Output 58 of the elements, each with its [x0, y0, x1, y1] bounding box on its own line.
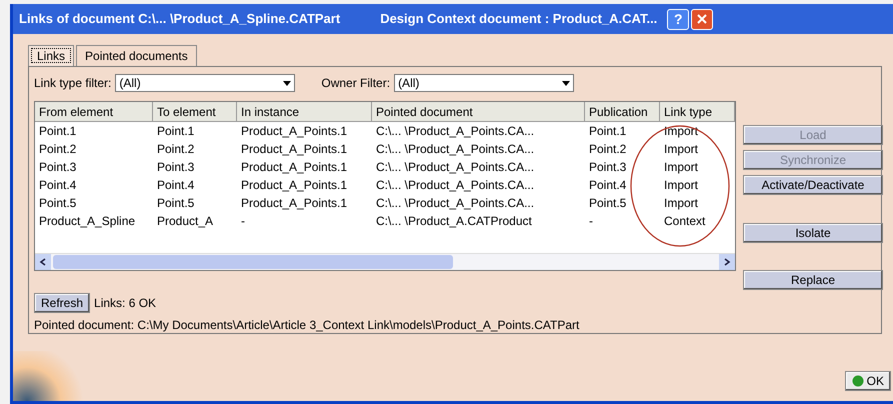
pointed-document-path: Pointed document: C:\My Documents\Article\Article 3_Context Link\models\Product_A_Points.CATPart	[34, 317, 580, 334]
table-cell: Point.5	[39, 196, 76, 210]
links-status: Links: 6 OK	[94, 295, 156, 312]
tab[interactable]: Pointed documents	[76, 45, 197, 66]
table-cell: C:\... \Product_A_Points.CA...	[376, 178, 534, 192]
table-cell: -	[589, 214, 593, 228]
table-cell: Point.4	[157, 178, 194, 192]
filter-label: Owner Filter:	[321, 75, 390, 92]
column-header[interactable]: Pointed document	[372, 102, 585, 122]
ok-button[interactable]: OK	[844, 371, 891, 391]
table-cell: Product_A_Points.1	[241, 142, 348, 156]
side-button[interactable]: Isolate	[743, 223, 883, 243]
table-cell: Point.1	[39, 124, 76, 138]
table-cell: Point.1	[157, 124, 194, 138]
table-cell: C:\... \Product_A.CATProduct	[376, 214, 532, 228]
window-title: Links of document C:\... \Product_A_Spline.CATPart	[19, 10, 340, 28]
table-cell: Product_A_Points.1	[241, 196, 348, 210]
column-header[interactable]: In instance	[237, 102, 372, 122]
column-header[interactable]: Publication	[585, 102, 660, 122]
column-header[interactable]: From element	[35, 102, 153, 122]
table-cell: Point.5	[157, 196, 194, 210]
table-cell: Product_A_Points.1	[241, 160, 348, 174]
filter-dropdown[interactable]: (All)	[394, 74, 574, 92]
table-cell: Point.2	[39, 142, 76, 156]
table-cell: Product_A_Spline	[39, 214, 136, 228]
table-cell: Import	[664, 142, 698, 156]
filter-label: Link type filter:	[34, 75, 112, 92]
table-cell: C:\... \Product_A_Points.CA...	[376, 142, 534, 156]
table-cell: Point.2	[589, 142, 626, 156]
table-cell: -	[241, 214, 245, 228]
refresh-button[interactable]: Refresh	[34, 293, 90, 313]
column-header[interactable]: Link type	[660, 102, 735, 122]
table-cell: C:\... \Product_A_Points.CA...	[376, 160, 534, 174]
table-cell: Point.4	[589, 178, 626, 192]
column-header[interactable]: To element	[153, 102, 237, 122]
table-cell: Point.2	[157, 142, 194, 156]
table-cell: Point.3	[39, 160, 76, 174]
table-cell: Import	[664, 160, 698, 174]
table-cell: Import	[664, 178, 698, 192]
help-button[interactable]: ?	[667, 8, 690, 30]
table-cell: C:\... \Product_A_Points.CA...	[376, 124, 534, 138]
table-cell: Context	[664, 214, 706, 228]
side-button[interactable]: Activate/Deactivate	[743, 175, 883, 195]
table-cell: Product_A_Points.1	[241, 124, 348, 138]
table-cell: Point.3	[157, 160, 194, 174]
table-cell: Import	[664, 196, 698, 210]
filter-dropdown[interactable]: (All)	[115, 74, 296, 92]
table-cell: Point.1	[589, 124, 626, 138]
tab[interactable]: Links	[28, 45, 74, 66]
window-subtitle: Design Context document : Product_A.CAT...	[380, 10, 658, 28]
table-cell: Point.4	[39, 178, 76, 192]
table-cell: Point.3	[589, 160, 626, 174]
side-button[interactable]: Replace	[743, 270, 883, 290]
table-cell: Product_A_Points.1	[241, 178, 348, 192]
table-cell: Point.5	[589, 196, 626, 210]
table-cell: Import	[664, 124, 698, 138]
table-cell: Product_A	[157, 214, 214, 228]
table-cell: C:\... \Product_A_Points.CA...	[376, 196, 534, 210]
